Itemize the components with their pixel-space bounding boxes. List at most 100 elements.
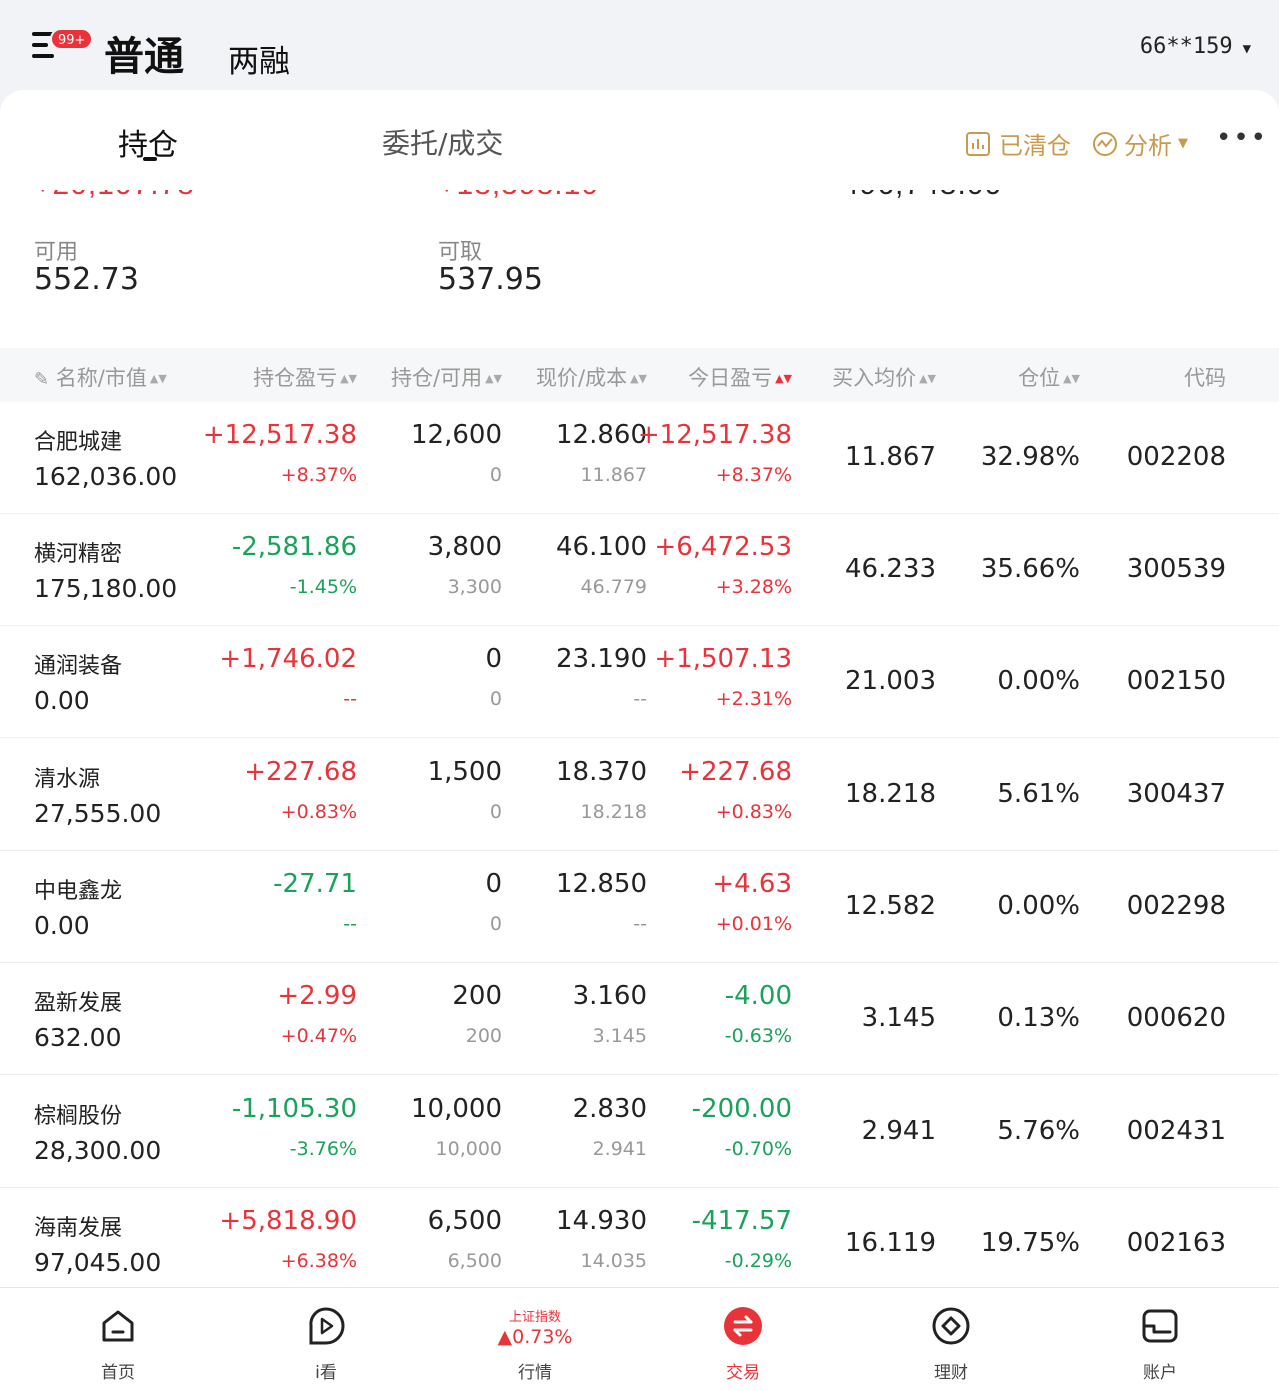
today-pnl: +12,517.38 <box>637 420 792 450</box>
tab-strip: 持仓 委托/成交 已清仓 分析 ▼ ••• <box>0 90 1279 190</box>
chart-icon <box>966 131 990 156</box>
nav-home[interactable]: 首页 <box>48 1288 188 1391</box>
cost-price: 18.218 <box>580 801 647 823</box>
stock-name: 清水源 <box>34 767 101 792</box>
market-value: 0.00 <box>34 686 90 715</box>
market-value: 0.00 <box>34 911 90 940</box>
market-value: 28,300.00 <box>34 1136 162 1165</box>
stock-code: 002208 <box>1126 442 1226 472</box>
current-price: 46.100 <box>556 532 647 562</box>
table-row[interactable]: 海南发展 97,045.00 +5,818.90 +6.38% 6,500 6,500 14… <box>0 1188 1279 1290</box>
holding-pnl: +227.68 <box>244 757 357 787</box>
table-row[interactable]: 清水源 27,555.00 +227.68 +0.83% 1,500 0 18.370 18.… <box>0 739 1279 851</box>
today-pnl-pct: +2.31% <box>715 688 792 710</box>
header-weight-label: 仓位 <box>1018 366 1061 390</box>
position-qty: 10,000 <box>411 1094 502 1124</box>
nav-market-label: 行情 <box>518 1363 552 1383</box>
table-row[interactable]: 棕榈股份 28,300.00 -1,105.30 -3.76% 10,000 10,000… <box>0 1076 1279 1188</box>
sort-active-icon: ▲▼ <box>775 372 792 385</box>
nav-account[interactable]: 账户 <box>1090 1288 1230 1391</box>
notification-badge: 99+ <box>50 28 94 50</box>
account-icon <box>1142 1309 1178 1343</box>
today-pnl-pct: +0.83% <box>715 801 792 823</box>
current-price: 18.370 <box>556 757 647 787</box>
table-row[interactable]: 盈新发展 632.00 +2.99 +0.47% 200 200 3.160 3.145 -4.… <box>0 963 1279 1075</box>
header-position-label: 持仓/可用 <box>391 366 483 390</box>
nav-watch[interactable]: i看 <box>256 1288 396 1391</box>
header-name-label: 名称/市值 <box>55 366 147 390</box>
tab-orders[interactable]: 委托/成交 <box>382 122 503 162</box>
cleared-positions-button[interactable]: 已清仓 <box>965 126 1071 161</box>
avg-buy-price: 46.233 <box>845 554 936 584</box>
header-price[interactable]: 现价/成本 ▲▼ <box>536 362 647 392</box>
available-qty: 6,500 <box>447 1250 502 1272</box>
table-header: ✎ 名称/市值 ▲▼ 持仓盈亏 ▲▼ 持仓/可用 ▲▼ 现价/成本 ▲▼ 今日盈亏 ▲▼ … <box>0 348 1279 402</box>
avg-buy-price: 21.003 <box>845 666 936 696</box>
table-row[interactable]: 中电鑫龙 0.00 -27.71 -- 0 0 12.850 -- +4.63 +0.01% 12.… <box>0 851 1279 963</box>
avg-buy-price: 3.145 <box>861 1003 936 1033</box>
header-code: 代码 <box>1184 362 1226 392</box>
today-pnl-pct: +3.28% <box>715 576 792 598</box>
position-qty: 0 <box>485 644 502 674</box>
account-selector[interactable]: 66**159 ▼ <box>1140 34 1251 59</box>
more-options-icon[interactable]: ••• <box>1216 123 1268 153</box>
today-pnl-pct: -0.29% <box>724 1250 792 1272</box>
holding-pnl-pct: +0.83% <box>280 801 357 823</box>
nav-market[interactable]: 上证指数 ▲0.73% 行情 <box>465 1288 605 1391</box>
holding-pnl: +5,818.90 <box>219 1206 357 1236</box>
stock-code: 002163 <box>1126 1228 1226 1258</box>
header-avg-price-label: 买入均价 <box>832 366 917 390</box>
position-weight: 0.00% <box>997 666 1080 696</box>
position-qty: 200 <box>452 981 502 1011</box>
header-name[interactable]: ✎ 名称/市值 ▲▼ <box>34 362 167 392</box>
mode-tab-normal[interactable]: 普通 <box>104 24 184 82</box>
caret-down-icon: ▼ <box>1178 136 1188 151</box>
header-avg-price[interactable]: 买入均价 ▲▼ <box>832 362 936 392</box>
available-qty: 0 <box>489 464 502 486</box>
cost-price: 46.779 <box>580 576 647 598</box>
table-row[interactable]: 横河精密 175,180.00 -2,581.86 -1.45% 3,800 3,300 4… <box>0 514 1279 626</box>
table-row[interactable]: 合肥城建 162,036.00 +12,517.38 +8.37% 12,600 0 12.… <box>0 402 1279 514</box>
position-weight: 32.98% <box>980 442 1080 472</box>
current-price: 14.930 <box>556 1206 647 1236</box>
current-price: 12.860 <box>556 420 647 450</box>
nav-wealth-label: 理财 <box>934 1363 968 1383</box>
header-weight[interactable]: 仓位 ▲▼ <box>1018 362 1080 392</box>
stock-name: 盈新发展 <box>34 991 123 1016</box>
market-value: 97,045.00 <box>34 1248 162 1277</box>
cleared-label: 已清仓 <box>999 132 1071 160</box>
header-today-pnl[interactable]: 今日盈亏 ▲▼ <box>688 362 792 392</box>
nav-wealth[interactable]: 理财 <box>881 1288 1021 1391</box>
available-value: 552.73 <box>34 262 139 297</box>
cost-price: 14.035 <box>580 1250 647 1272</box>
mode-tab-margin[interactable]: 两融 <box>228 36 290 81</box>
position-qty: 6,500 <box>427 1206 502 1236</box>
nav-trade[interactable]: 交易 <box>673 1288 813 1391</box>
header-pnl[interactable]: 持仓盈亏 ▲▼ <box>253 362 357 392</box>
wealth-icon <box>932 1307 970 1345</box>
cost-price: 2.941 <box>592 1138 647 1160</box>
table-row[interactable]: 通润装备 0.00 +1,746.02 -- 0 0 23.190 -- +1,507.13 +2… <box>0 626 1279 738</box>
today-pnl: +4.63 <box>712 869 792 899</box>
cost-price: 3.145 <box>592 1025 647 1047</box>
sort-icon: ▲▼ <box>485 372 502 385</box>
holding-pnl-pct: +8.37% <box>280 464 357 486</box>
play-icon <box>309 1307 345 1345</box>
cost-price: -- <box>633 688 647 710</box>
holding-pnl-pct: -- <box>343 913 357 935</box>
position-qty: 12,600 <box>411 420 502 450</box>
holding-pnl: +1,746.02 <box>219 644 357 674</box>
current-price: 2.830 <box>572 1094 647 1124</box>
trade-icon <box>724 1307 762 1345</box>
holding-pnl: -1,105.30 <box>231 1094 357 1124</box>
header-position[interactable]: 持仓/可用 ▲▼ <box>391 362 502 392</box>
holding-pnl: +12,517.38 <box>202 420 357 450</box>
sort-icon: ▲▼ <box>630 372 647 385</box>
today-pnl-pct: -0.63% <box>724 1025 792 1047</box>
today-pnl-pct: +0.01% <box>715 913 792 935</box>
today-pnl: +6,472.53 <box>654 532 792 562</box>
market-value: 175,180.00 <box>34 574 178 603</box>
cost-price: -- <box>633 913 647 935</box>
analysis-button[interactable]: 分析 ▼ <box>1092 126 1188 161</box>
holding-pnl-pct: -3.76% <box>289 1138 357 1160</box>
